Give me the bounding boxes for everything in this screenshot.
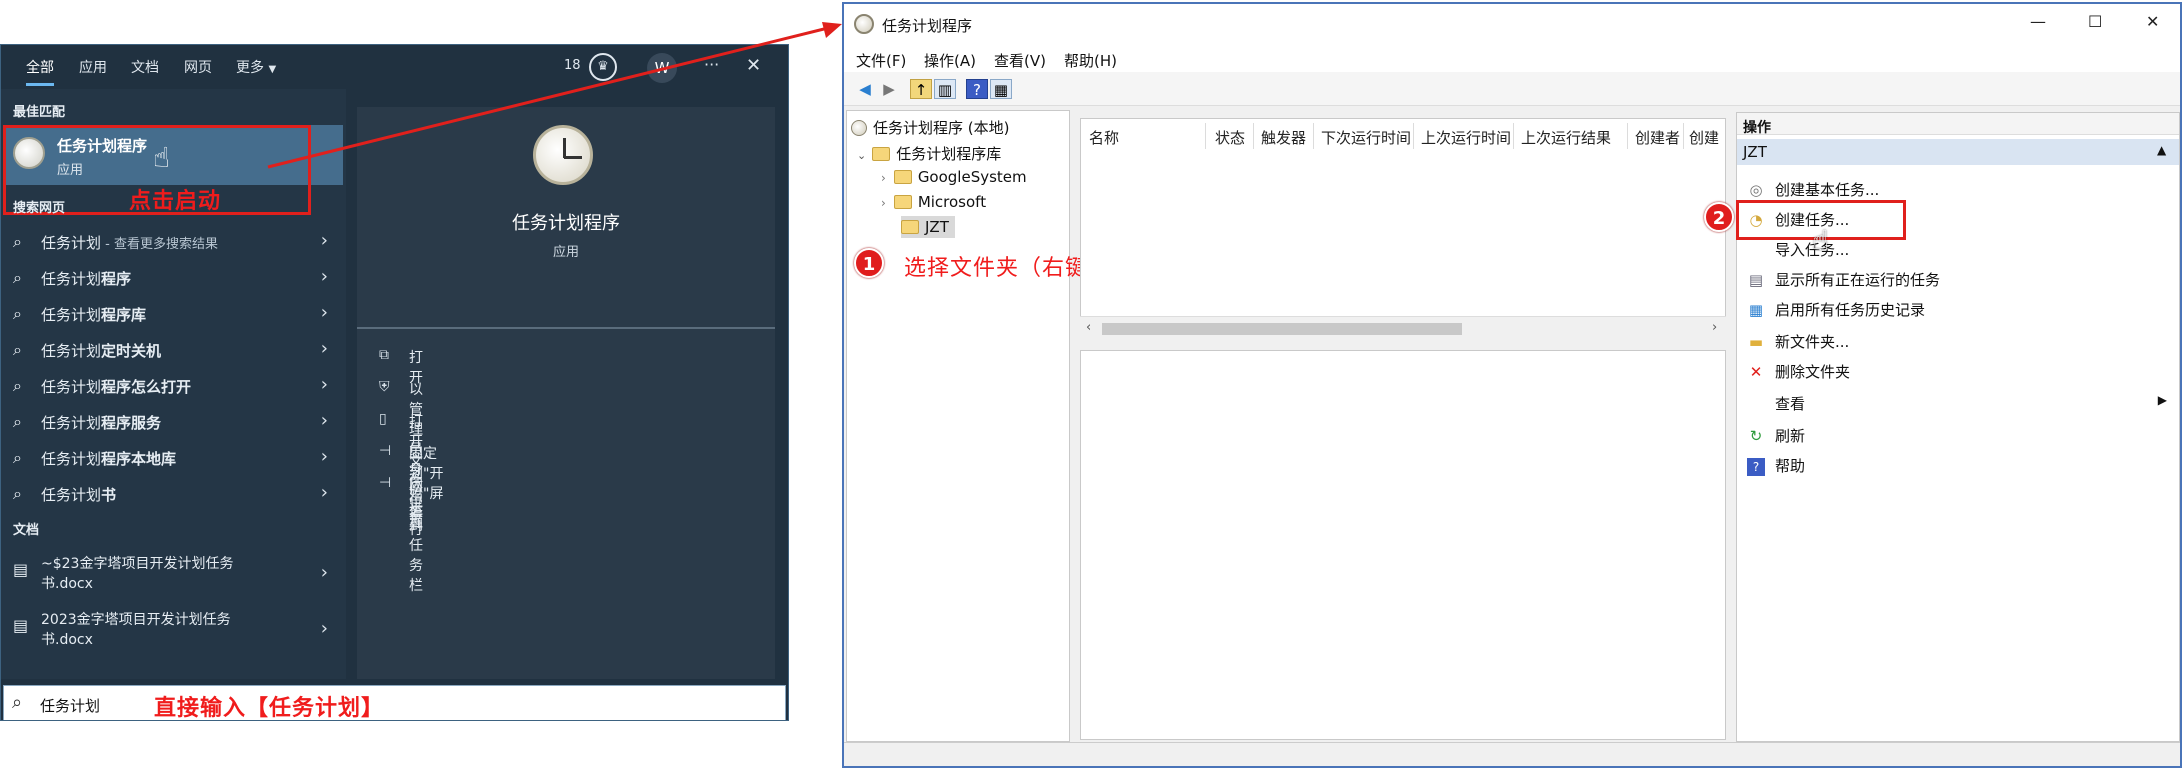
action-enable-history[interactable]: ▦ 启用所有任务历史记录: [1747, 299, 1925, 320]
running-tasks-icon: ▤: [1748, 271, 1764, 289]
scroll-left-icon[interactable]: ‹: [1086, 320, 1091, 335]
clock-icon: [851, 120, 867, 136]
clock-icon: [854, 14, 874, 34]
action-new-folder[interactable]: ▬ 新文件夹...: [1747, 331, 1849, 352]
task-detail-pane: [1080, 350, 1726, 740]
folder-icon: [893, 195, 912, 209]
menu-help[interactable]: 帮助(H): [1064, 50, 1117, 71]
help-icon[interactable]: ?: [966, 79, 988, 99]
scroll-right-icon[interactable]: ›: [1712, 320, 1717, 335]
expanded-chevron-icon: ⌄: [857, 149, 867, 162]
submenu-arrow-icon: ▶: [2157, 393, 2167, 407]
tree-root[interactable]: 任务计划程序 (本地): [851, 117, 1009, 138]
toolbar: ◀ ▶ ↑ ▥ ? ▦: [844, 72, 2180, 106]
show-hide-action-pane-icon[interactable]: ▦: [990, 79, 1012, 99]
minimize-button[interactable]: —: [2030, 12, 2046, 31]
action-create-basic-task[interactable]: ◎ 创建基本任务...: [1747, 179, 1879, 200]
task-list: 名称 状态 触发器 下次运行时间 上次运行时间 上次运行结果 创建者 创建: [1080, 118, 1726, 340]
column-header-name[interactable]: 名称: [1089, 127, 1119, 148]
actions-heading: 操作: [1743, 120, 1771, 136]
cursor-hand-icon: ☝: [1812, 224, 1830, 257]
column-header-last-result[interactable]: 上次运行结果: [1521, 127, 1611, 148]
folder-tree: 任务计划程序 (本地) ⌄ 任务计划程序库 › GoogleSystem › Micr…: [846, 110, 1070, 742]
actions-section-header[interactable]: JZT ▲: [1737, 139, 2179, 165]
new-folder-icon: ▬: [1748, 333, 1764, 351]
menu-bar: 文件(F) 操作(A) 查看(V) 帮助(H): [844, 44, 2180, 72]
horizontal-scrollbar[interactable]: ‹ ›: [1080, 316, 1726, 340]
menu-action[interactable]: 操作(A): [924, 50, 976, 71]
chevron-right-icon: ›: [881, 196, 886, 210]
show-hide-tree-icon[interactable]: ▥: [934, 79, 956, 99]
folder-icon: [901, 220, 919, 234]
chevron-right-icon: ›: [881, 171, 886, 185]
action-display-running-tasks[interactable]: ▤ 显示所有正在运行的任务: [1747, 269, 1940, 290]
refresh-icon: ↻: [1749, 427, 1763, 445]
column-header-status[interactable]: 状态: [1215, 127, 1245, 148]
tree-folder-microsoft[interactable]: › Microsoft: [881, 193, 986, 211]
forward-icon[interactable]: ▶: [878, 79, 900, 99]
create-basic-task-icon: ◎: [1749, 181, 1763, 199]
up-folder-icon[interactable]: ↑: [910, 79, 932, 99]
close-button[interactable]: ✕: [2146, 12, 2159, 31]
action-import-task[interactable]: 导入任务...: [1747, 239, 1849, 260]
back-icon[interactable]: ◀: [854, 79, 876, 99]
title-bar: 任务计划程序 — ☐ ✕: [844, 4, 2180, 44]
task-scheduler-window: 任务计划程序 — ☐ ✕ 文件(F) 操作(A) 查看(V) 帮助(H) ◀ ▶…: [842, 2, 2182, 768]
status-bar: [844, 742, 2180, 766]
collapse-icon[interactable]: ▲: [2157, 143, 2166, 157]
folder-clock-icon: [872, 147, 891, 161]
scrollbar-thumb[interactable]: [1102, 323, 1462, 335]
action-refresh[interactable]: ↻ 刷新: [1747, 425, 1805, 446]
help-icon: ?: [1747, 458, 1765, 476]
tree-folder-jzt[interactable]: JZT: [901, 216, 955, 238]
tree-library[interactable]: ⌄ 任务计划程序库: [857, 143, 1001, 164]
step-2-marker: 2: [1704, 202, 1734, 232]
action-delete-folder[interactable]: ✕ 删除文件夹: [1747, 361, 1850, 382]
history-icon: ▦: [1748, 301, 1764, 319]
step-1-marker: 1: [854, 248, 884, 278]
window-title: 任务计划程序: [882, 17, 973, 35]
maximize-button[interactable]: ☐: [2088, 12, 2102, 31]
tree-folder-googlesystem[interactable]: › GoogleSystem: [881, 168, 1027, 186]
action-view[interactable]: 查看 ▶: [1747, 393, 2167, 414]
column-header-next-run[interactable]: 下次运行时间: [1321, 127, 1411, 148]
menu-file[interactable]: 文件(F): [856, 50, 906, 71]
column-header-author[interactable]: 创建者: [1635, 127, 1680, 148]
column-header-triggers[interactable]: 触发器: [1261, 127, 1306, 148]
action-help[interactable]: ? 帮助: [1747, 455, 1805, 476]
menu-view[interactable]: 查看(V): [994, 50, 1046, 71]
column-header-created[interactable]: 创建: [1689, 127, 1725, 148]
folder-icon: [893, 170, 912, 184]
column-header-last-run[interactable]: 上次运行时间: [1421, 127, 1511, 148]
delete-icon: ✕: [1749, 363, 1763, 381]
